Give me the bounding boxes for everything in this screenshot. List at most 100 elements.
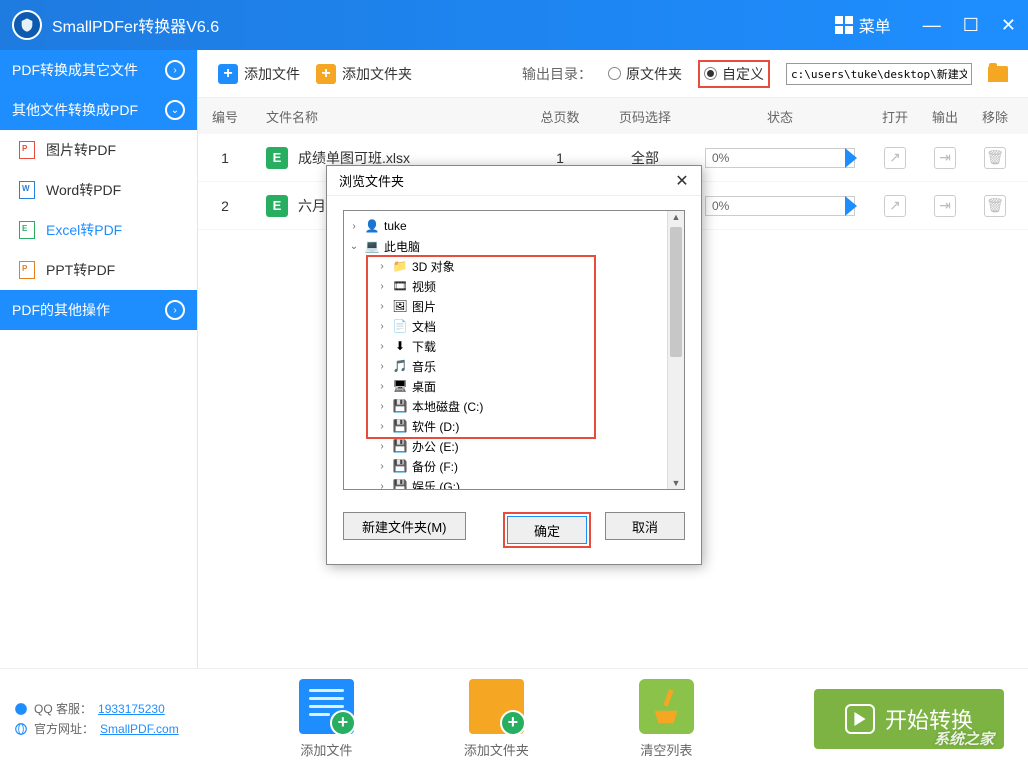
music-icon: 🎵 xyxy=(392,359,408,373)
header-status: 状态 xyxy=(690,107,870,126)
tree-item[interactable]: ›💾办公 (E:) xyxy=(348,436,680,456)
output-source-folder-radio[interactable]: 原文件夹 xyxy=(608,64,682,84)
sidebar: PDF转换成其它文件 › 其他文件转换成PDF ⌄ 图片转PDF Word转PD… xyxy=(0,50,198,668)
footer-add-file-button[interactable]: 添加文件 xyxy=(299,679,354,759)
header-output: 输出 xyxy=(920,107,970,126)
sidebar-section-pdf-to-other[interactable]: PDF转换成其它文件 › xyxy=(0,50,197,90)
start-row-button[interactable] xyxy=(845,148,857,168)
radio-icon xyxy=(608,67,621,80)
chevron-right-icon: › xyxy=(165,60,185,80)
pc-icon: 💻 xyxy=(364,239,380,253)
tree-item[interactable]: ›🖼图片 xyxy=(348,296,680,316)
header-num: 编号 xyxy=(198,107,252,126)
add-file-button[interactable]: + 添加文件 xyxy=(218,64,300,84)
maximize-button[interactable]: ☐ xyxy=(963,15,979,36)
sidebar-item-ppt-to-pdf[interactable]: PPT转PDF xyxy=(0,250,197,290)
chevron-down-icon: ⌄ xyxy=(165,100,185,120)
output-button[interactable]: ⇥ xyxy=(934,195,956,217)
plus-icon: + xyxy=(218,64,238,84)
drive-icon: 💾 xyxy=(392,399,408,413)
tree-item[interactable]: ›💾娱乐 (G:) xyxy=(348,476,680,490)
browse-folder-button[interactable] xyxy=(988,66,1008,82)
drive-icon: 💾 xyxy=(392,459,408,473)
ppt-file-icon xyxy=(18,261,36,279)
tree-item-user[interactable]: › 👤 tuke xyxy=(348,216,680,236)
word-file-icon xyxy=(18,181,36,199)
sidebar-section-pdf-other-ops[interactable]: PDF的其他操作 › xyxy=(0,290,197,330)
output-custom-radio[interactable]: 自定义 xyxy=(704,64,764,84)
app-title: SmallPDFer转换器V6.6 xyxy=(52,13,835,37)
website-link[interactable]: SmallPDF.com xyxy=(100,719,179,739)
add-folder-icon xyxy=(469,679,524,734)
progress-bar: 0% xyxy=(705,148,855,168)
tree-item-this-pc[interactable]: ⌄ 💻 此电脑 xyxy=(348,236,680,256)
excel-badge-icon: E xyxy=(266,147,288,169)
excel-badge-icon: E xyxy=(266,195,288,217)
titlebar: SmallPDFer转换器V6.6 菜单 — ☐ ✕ xyxy=(0,0,1028,50)
dialog-close-button[interactable]: ✕ xyxy=(671,171,693,191)
menu-grid-icon xyxy=(835,16,853,34)
drive-icon: 💾 xyxy=(392,419,408,433)
plus-icon: + xyxy=(316,64,336,84)
tree-item[interactable]: ›📄文档 xyxy=(348,316,680,336)
output-button[interactable]: ⇥ xyxy=(934,147,956,169)
sidebar-item-word-to-pdf[interactable]: Word转PDF xyxy=(0,170,197,210)
tree-item[interactable]: ›⬇下载 xyxy=(348,336,680,356)
dialog-title-text: 浏览文件夹 xyxy=(339,171,404,190)
footer: QQ 客服： 1933175230 官方网址： SmallPDF.com 添加文… xyxy=(0,668,1028,768)
sidebar-item-image-to-pdf[interactable]: 图片转PDF xyxy=(0,130,197,170)
chevron-down-icon: ⌄ xyxy=(348,241,360,252)
header-pages: 总页数 xyxy=(520,107,600,126)
header-name: 文件名称 xyxy=(252,107,520,126)
open-button[interactable]: ↗ xyxy=(884,147,906,169)
user-icon: 👤 xyxy=(364,219,380,233)
document-icon: 📄 xyxy=(392,319,408,333)
download-icon: ⬇ xyxy=(392,339,408,353)
open-button[interactable]: ↗ xyxy=(884,195,906,217)
header-delete: 移除 xyxy=(970,107,1020,126)
sidebar-section-other-to-pdf[interactable]: 其他文件转换成PDF ⌄ xyxy=(0,90,197,130)
app-logo-icon xyxy=(12,10,42,40)
ok-highlight: 确定 xyxy=(503,512,591,548)
window-controls: — ☐ ✕ xyxy=(923,15,1016,36)
folder-tree[interactable]: › 👤 tuke ⌄ 💻 此电脑 ›📁3D 对象 ›🎞视频 ›🖼图片 ›📄文档 … xyxy=(343,210,685,490)
ok-button[interactable]: 确定 xyxy=(507,516,587,544)
drive-icon: 💾 xyxy=(392,479,408,490)
folder-icon: 📁 xyxy=(392,259,408,273)
delete-button[interactable]: 🗑 xyxy=(984,147,1006,169)
tree-item[interactable]: ›🎵音乐 xyxy=(348,356,680,376)
tree-item[interactable]: ›💾备份 (F:) xyxy=(348,456,680,476)
delete-button[interactable]: 🗑 xyxy=(984,195,1006,217)
add-folder-button[interactable]: + 添加文件夹 xyxy=(316,64,412,84)
footer-add-folder-button[interactable]: 添加文件夹 xyxy=(464,679,529,759)
close-button[interactable]: ✕ xyxy=(1001,15,1016,36)
footer-clear-button[interactable]: 清空列表 xyxy=(639,679,694,759)
drive-icon: 💾 xyxy=(392,439,408,453)
new-folder-button[interactable]: 新建文件夹(M) xyxy=(343,512,466,540)
cancel-button[interactable]: 取消 xyxy=(605,512,685,540)
tree-item[interactable]: ›🎞视频 xyxy=(348,276,680,296)
desktop-icon: 🖥 xyxy=(392,379,408,393)
table-header: 编号 文件名称 总页数 页码选择 状态 打开 输出 移除 xyxy=(198,98,1028,134)
start-convert-button[interactable]: 开始转换 系统之家 xyxy=(814,689,1004,749)
chevron-right-icon: › xyxy=(348,221,360,232)
qq-link[interactable]: 1933175230 xyxy=(98,699,165,719)
tree-item[interactable]: ›📁3D 对象 xyxy=(348,256,680,276)
radio-checked-icon xyxy=(704,67,717,80)
chevron-right-icon: › xyxy=(165,300,185,320)
start-row-button[interactable] xyxy=(845,196,857,216)
support-info: QQ 客服： 1933175230 官方网址： SmallPDF.com xyxy=(14,699,179,739)
play-icon xyxy=(845,704,875,734)
sidebar-item-excel-to-pdf[interactable]: Excel转PDF xyxy=(0,210,197,250)
output-path-input[interactable] xyxy=(786,63,972,85)
tree-item[interactable]: ›💾本地磁盘 (C:) xyxy=(348,396,680,416)
minimize-button[interactable]: — xyxy=(923,15,941,36)
image-file-icon xyxy=(18,141,36,159)
output-dir-label: 输出目录： xyxy=(522,64,592,84)
tree-item[interactable]: ›💾软件 (D:) xyxy=(348,416,680,436)
dialog-titlebar: 浏览文件夹 ✕ xyxy=(327,166,701,196)
excel-file-icon xyxy=(18,221,36,239)
menu-button[interactable]: 菜单 xyxy=(835,13,891,37)
tree-item[interactable]: ›🖥桌面 xyxy=(348,376,680,396)
tree-scrollbar[interactable] xyxy=(667,211,684,489)
